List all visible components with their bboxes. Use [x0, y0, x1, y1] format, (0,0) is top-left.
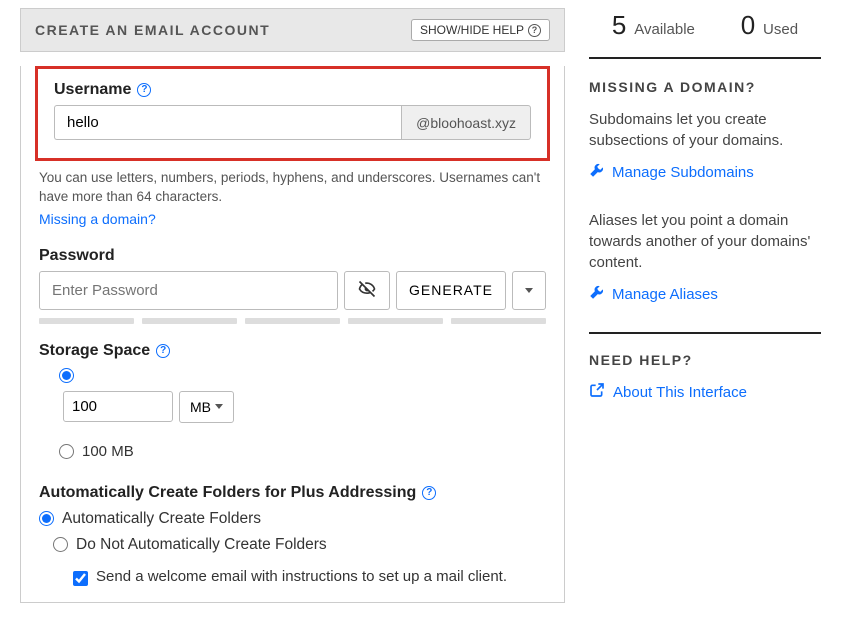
- storage-unit-dropdown[interactable]: MB: [179, 391, 234, 423]
- domain-suffix: @bloohoast.xyz: [401, 105, 531, 140]
- username-group: @bloohoast.xyz: [54, 105, 531, 140]
- username-label-row: Username ?: [54, 81, 531, 99]
- external-link-icon: [589, 382, 605, 402]
- sidebar: 5 Available 0 Used MISSING A DOMAIN? Sub…: [589, 8, 821, 603]
- missing-domain-heading: MISSING A DOMAIN?: [589, 79, 821, 95]
- help-icon: ?: [528, 24, 541, 37]
- used-label: Used: [763, 21, 798, 38]
- panel-title: CREATE AN EMAIL ACCOUNT: [35, 22, 270, 38]
- wrench-icon: [589, 163, 604, 182]
- subdomains-text: Subdomains let you create subsections of…: [589, 109, 821, 151]
- manage-aliases-link[interactable]: Manage Aliases: [589, 285, 821, 304]
- password-input[interactable]: [39, 271, 338, 310]
- need-help-heading: NEED HELP?: [589, 352, 821, 368]
- about-interface-link[interactable]: About This Interface: [589, 382, 821, 402]
- no-auto-create-label: Do Not Automatically Create Folders: [76, 536, 327, 554]
- aliases-text: Aliases let you point a domain towards a…: [589, 210, 821, 273]
- generate-password-dropdown[interactable]: [512, 271, 546, 310]
- storage-preset-label: 100 MB: [82, 443, 134, 460]
- panel-header: CREATE AN EMAIL ACCOUNT SHOW/HIDE HELP ?: [20, 8, 565, 52]
- help-icon[interactable]: ?: [422, 486, 436, 500]
- available-count: 5: [612, 10, 626, 40]
- password-label: Password: [39, 247, 546, 265]
- help-icon[interactable]: ?: [137, 83, 151, 97]
- username-label: Username: [54, 81, 131, 99]
- used-count: 0: [741, 10, 755, 40]
- welcome-email-checkbox[interactable]: [73, 571, 88, 586]
- generate-password-button[interactable]: GENERATE: [396, 271, 506, 310]
- available-label: Available: [634, 21, 695, 38]
- chevron-down-icon: [215, 404, 223, 409]
- auto-create-label: Automatically Create Folders: [62, 510, 261, 528]
- missing-domain-link-inline[interactable]: Missing a domain?: [21, 209, 564, 239]
- about-interface-label: About This Interface: [613, 384, 747, 401]
- storage-preset-radio[interactable]: [59, 444, 74, 459]
- storage-unit-label: MB: [190, 399, 211, 415]
- panel-body: Username ? @bloohoast.xyz You can use le…: [20, 66, 565, 603]
- password-strength-meter: [39, 318, 546, 324]
- storage-amount-input[interactable]: [63, 391, 173, 422]
- plus-addressing-label-row: Automatically Create Folders for Plus Ad…: [39, 484, 546, 502]
- manage-aliases-label: Manage Aliases: [612, 286, 718, 303]
- account-counts: 5 Available 0 Used: [589, 10, 821, 59]
- show-hide-help-button[interactable]: SHOW/HIDE HELP ?: [411, 19, 550, 41]
- welcome-email-label: Send a welcome email with instructions t…: [96, 568, 507, 585]
- manage-subdomains-link[interactable]: Manage Subdomains: [589, 163, 821, 182]
- username-input[interactable]: [54, 105, 401, 140]
- storage-custom-radio[interactable]: [59, 368, 74, 383]
- eye-slash-icon: [357, 279, 377, 302]
- storage-section: Storage Space ? MB 100 MB: [21, 334, 564, 476]
- storage-label: Storage Space: [39, 342, 150, 360]
- auto-create-folders-radio[interactable]: [39, 511, 54, 526]
- username-hint: You can use letters, numbers, periods, h…: [21, 165, 564, 209]
- password-section: Password GENERATE: [21, 239, 564, 334]
- wrench-icon: [589, 285, 604, 304]
- storage-label-row: Storage Space ?: [39, 342, 546, 360]
- no-auto-create-folders-radio[interactable]: [53, 537, 68, 552]
- used-count-group: 0 Used: [741, 10, 798, 41]
- toggle-password-visibility[interactable]: [344, 271, 390, 310]
- chevron-down-icon: [525, 288, 533, 293]
- available-count-group: 5 Available: [612, 10, 695, 41]
- plus-addressing-section: Automatically Create Folders for Plus Ad…: [21, 476, 564, 602]
- manage-subdomains-label: Manage Subdomains: [612, 164, 754, 181]
- show-hide-label: SHOW/HIDE HELP: [420, 23, 524, 37]
- help-icon[interactable]: ?: [156, 344, 170, 358]
- username-highlight: Username ? @bloohoast.xyz: [35, 66, 550, 161]
- plus-addressing-label: Automatically Create Folders for Plus Ad…: [39, 484, 416, 502]
